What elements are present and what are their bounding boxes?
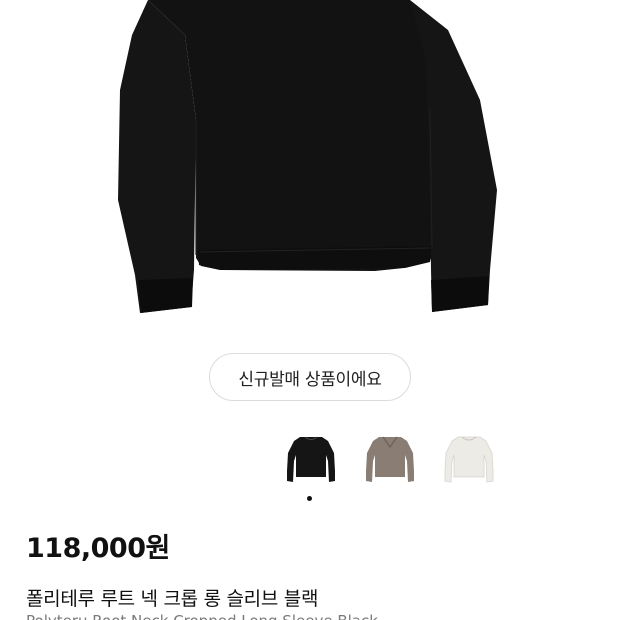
product-price: 118,000원 [26,533,170,564]
color-option-black[interactable] [283,430,339,486]
color-option-ivory[interactable] [441,430,497,486]
sweater-black-thumbnail [287,436,335,482]
color-option-list [0,430,620,486]
new-release-badge: 신규발매 상품이에요 [209,353,411,401]
color-option-taupe[interactable] [362,430,418,486]
product-detail-page: 신규발매 상품이에요 118,000원 폴리테루 루트 넥 크롭 롱 슬리브 블… [0,0,620,620]
sweater-black-image [118,0,497,313]
sweater-taupe-thumbnail [366,436,414,482]
product-name-english: Polyteru Root Neck Cropped Long Sleeve B… [26,612,378,620]
sweater-ivory-thumbnail [444,436,494,483]
product-name: 폴리테루 루트 넥 크롭 롱 슬리브 블랙 [26,588,319,610]
product-image[interactable] [0,0,620,330]
selected-color-indicator [307,496,312,501]
new-release-badge-label: 신규발매 상품이에요 [238,369,382,390]
